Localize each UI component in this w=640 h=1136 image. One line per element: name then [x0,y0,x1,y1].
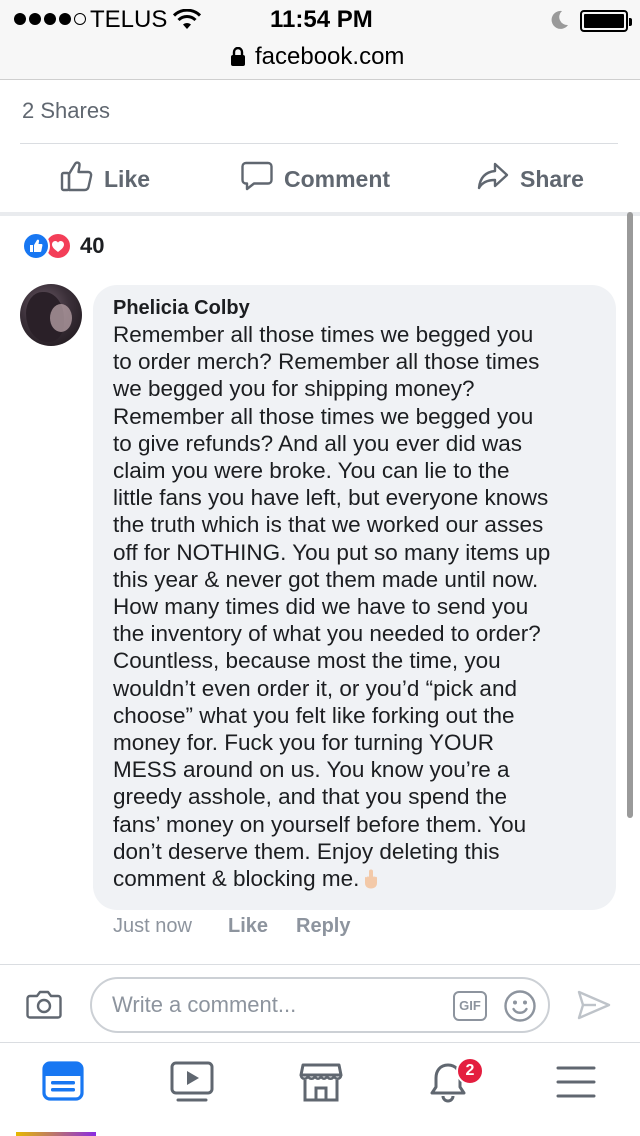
comment-like-button[interactable]: Like [228,915,268,938]
comment-body: Remember all those times we begged you t… [113,321,598,892]
emoji-icon[interactable] [503,989,537,1028]
gif-button[interactable]: GIF [453,991,487,1021]
status-bar: TELUS 11:54 PM [0,0,640,40]
share-label: Share [520,165,584,192]
marketplace-icon[interactable] [299,1061,343,1108]
comment-timestamp: Just now [113,915,192,937]
url-text: facebook.com [255,43,405,70]
comment-composer: GIF [0,964,640,1042]
reactions-summary[interactable]: 40 [22,232,104,260]
thumbs-up-icon [60,160,94,198]
commenter-avatar[interactable] [20,284,82,346]
send-icon[interactable] [576,989,612,1026]
comment-label: Comment [284,165,391,192]
notifications-badge: 2 [456,1057,484,1085]
do-not-disturb-moon-icon [548,9,570,36]
like-label: Like [104,165,151,192]
menu-hamburger-icon[interactable] [556,1065,596,1104]
comment-text: Remember all those times we begged you t… [113,322,551,892]
battery-icon [580,10,632,32]
carrier-name: TELUS [90,6,168,33]
share-button[interactable]: Share [476,160,584,198]
clock-time: 11:54 PM [270,6,373,33]
reaction-count: 40 [80,233,105,258]
section-separator [0,212,640,216]
comment-button[interactable]: Comment [240,160,390,198]
lock-icon [230,46,246,72]
middle-finger-emoji-icon [363,868,379,889]
signal-strength-icon [14,13,86,25]
comment-bubble: Phelicia Colby Remember all those times … [93,285,616,910]
camera-icon[interactable] [26,989,62,1024]
wifi-icon [172,8,202,36]
divider [20,143,618,144]
bottom-navigation: 2 [0,1042,640,1136]
scrollbar[interactable] [627,212,633,818]
share-arrow-icon [476,160,510,198]
speech-bubble-icon [240,160,274,198]
notifications-bell-icon[interactable]: 2 [428,1057,484,1108]
browser-url-bar[interactable]: facebook.com [0,40,640,80]
shares-count[interactable]: 2 Shares [22,98,110,124]
watch-video-icon[interactable] [170,1061,214,1108]
home-indicator [16,1132,96,1136]
comment-author[interactable]: Phelicia Colby [113,295,598,321]
comment-reply-button[interactable]: Reply [296,915,350,938]
like-reaction-icon [22,232,50,260]
like-button[interactable]: Like [60,160,150,198]
news-feed-icon[interactable] [42,1061,84,1106]
